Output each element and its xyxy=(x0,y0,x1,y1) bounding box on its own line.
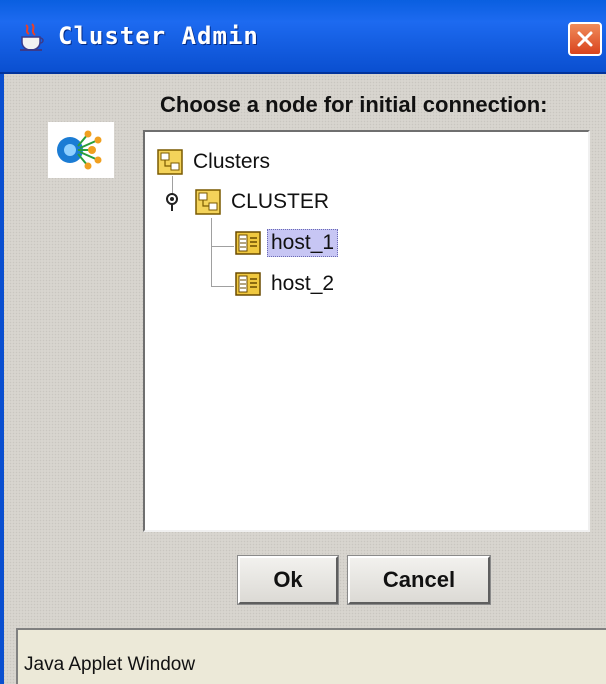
close-button[interactable] xyxy=(568,22,602,56)
window-title: Cluster Admin xyxy=(58,22,259,50)
tree-node-label: host_2 xyxy=(271,272,335,295)
status-text: Java Applet Window xyxy=(24,654,196,675)
server-icon xyxy=(235,272,261,296)
java-cup-icon xyxy=(20,23,44,51)
tree-node-cluster[interactable]: CLUSTER xyxy=(195,188,333,216)
server-icon xyxy=(235,231,261,255)
status-bar: Java Applet Window xyxy=(16,628,606,684)
cluster-network-icon xyxy=(48,122,114,178)
tree-node-clusters[interactable]: Clusters xyxy=(157,148,274,176)
cluster-folder-icon xyxy=(157,149,183,175)
tree-node-label: CLUSTER xyxy=(231,190,330,213)
tree-node-host-2[interactable]: host_2 xyxy=(235,270,338,298)
cluster-folder-icon xyxy=(195,189,221,215)
tree-line xyxy=(211,218,234,247)
expanded-toggle-icon[interactable] xyxy=(164,192,180,212)
tree-node-host-1[interactable]: host_1 xyxy=(235,229,339,257)
cancel-button[interactable]: Cancel xyxy=(347,555,491,605)
tree-node-label: host_1 xyxy=(267,229,339,257)
dialog-prompt: Choose a node for initial connection: xyxy=(160,92,548,117)
window-left-border xyxy=(0,74,4,684)
ok-button[interactable]: Ok xyxy=(237,555,339,605)
tree-node-label: Clusters xyxy=(193,150,271,173)
cluster-admin-window: Cluster Admin Choose a node for initial … xyxy=(0,0,606,684)
close-icon xyxy=(577,31,593,47)
cluster-tree[interactable]: Clusters CLUSTER host_1 host_2 xyxy=(143,130,590,532)
title-bar[interactable]: Cluster Admin xyxy=(0,0,606,74)
tree-line xyxy=(211,244,234,287)
